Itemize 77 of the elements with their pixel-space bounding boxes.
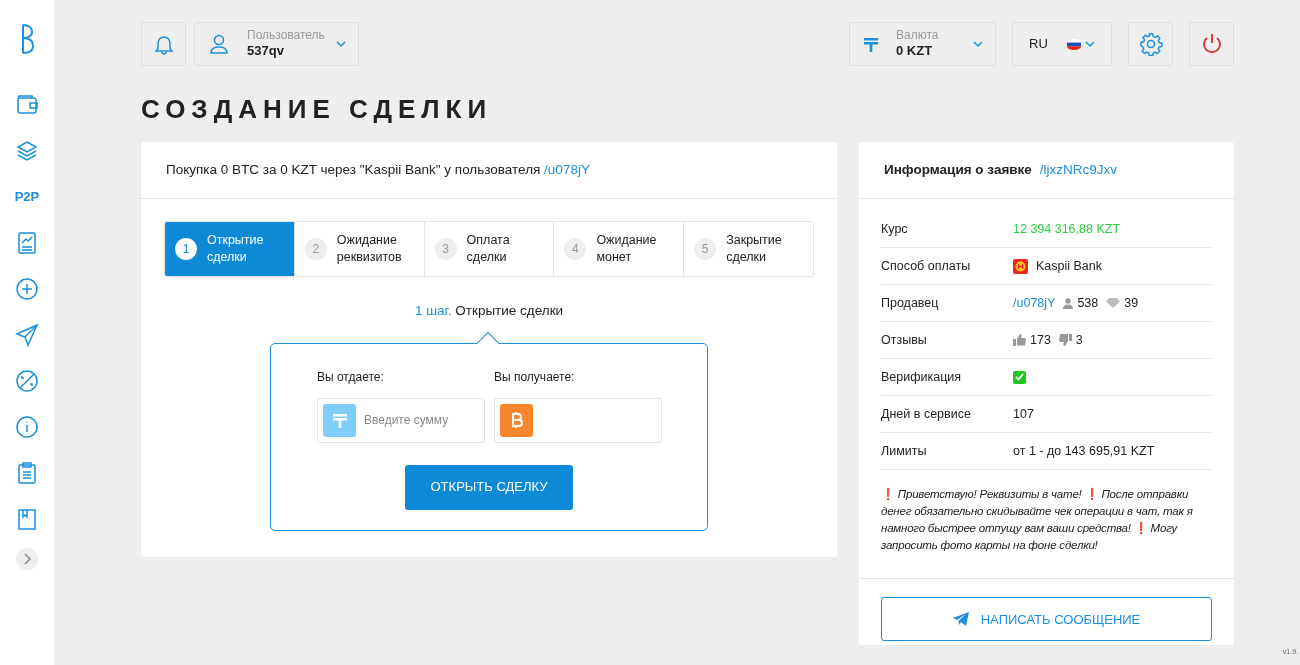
amount-input-box[interactable]: Введите сумму xyxy=(317,397,485,443)
user-icon xyxy=(1063,297,1074,309)
tenge-icon xyxy=(323,403,356,437)
tenge-icon xyxy=(862,35,880,53)
info-label: Верификация xyxy=(881,368,963,386)
info-label: Дней в сервисе xyxy=(881,405,972,423)
bitcoin-icon xyxy=(500,403,533,437)
settings-icon xyxy=(1138,32,1163,56)
info-value: 12 394 316,88 KZT xyxy=(1013,220,1121,238)
expand-sidebar-button[interactable] xyxy=(16,548,38,570)
step-number-badge: 4 xyxy=(564,238,587,261)
step-label: Ожидание монет xyxy=(596,232,658,267)
user-dropdown[interactable]: Пользователь 537qv xyxy=(194,22,359,66)
layers-icon xyxy=(15,139,39,163)
chevron-right-icon xyxy=(23,553,31,565)
settings-button[interactable] xyxy=(1128,22,1173,66)
receive-label: Вы получаете: xyxy=(494,368,576,386)
info-value: от 1 - до 143 695,91 KZT xyxy=(1013,442,1155,460)
send-icon xyxy=(952,612,969,627)
info-label: Лимиты xyxy=(881,442,928,460)
open-deal-button[interactable]: ОТКРЫТЬ СДЕЛКУ xyxy=(405,464,573,510)
chevron-down-icon xyxy=(973,40,983,48)
language-dropdown[interactable]: RU xyxy=(1012,22,1112,66)
step-label: Оплата сделки xyxy=(466,232,511,267)
deals-count: 538 xyxy=(1077,294,1099,312)
step-number-badge: 5 xyxy=(694,238,717,261)
logout-button[interactable] xyxy=(1189,22,1234,66)
page-title: СОЗДАНИЕ СДЕЛКИ xyxy=(141,94,494,124)
thumbs-down-icon xyxy=(1058,334,1072,347)
info-icon xyxy=(15,415,39,439)
likes-count: 173 xyxy=(1030,331,1051,349)
username: 537qv xyxy=(247,42,285,60)
clipboard-icon xyxy=(15,461,39,485)
logo-icon xyxy=(20,24,34,54)
bank-logo-icon xyxy=(1013,258,1028,274)
currency-value: 0 KZT xyxy=(896,42,934,60)
chevron-down-icon xyxy=(1085,40,1095,48)
diamond-icon xyxy=(1106,298,1121,309)
order-link[interactable]: /ljxzNRc9Jxv xyxy=(1039,162,1118,177)
step-tab[interactable]: 1 Открытие сделки xyxy=(165,222,295,277)
wallet-icon xyxy=(15,93,39,117)
step-number-badge: 2 xyxy=(304,238,327,261)
chevron-down-icon xyxy=(336,40,346,48)
info-title: Информация о заявке xyxy=(884,162,1032,177)
step-label: Ожидание реквизитов xyxy=(336,232,403,267)
receive-field[interactable] xyxy=(494,397,662,443)
chart-icon xyxy=(15,231,39,255)
info-label: Курс xyxy=(881,220,909,238)
language-code: RU xyxy=(1029,35,1049,54)
user-label: Пользователь xyxy=(247,28,326,43)
flag-icon xyxy=(1067,38,1081,50)
step-label: Закрытие сделки xyxy=(726,232,783,267)
rating-count: 39 xyxy=(1124,294,1139,312)
thumbs-up-icon xyxy=(1013,334,1026,347)
plus-icon xyxy=(15,277,39,301)
info-label: Продавец xyxy=(881,294,940,312)
give-label: Вы отдаете: xyxy=(317,368,385,386)
info-value: 107 xyxy=(1013,405,1034,423)
step-number-badge: 1 xyxy=(175,238,197,261)
step-number: 1 шаг. xyxy=(414,303,452,319)
info-value: Kaspii Bank xyxy=(1036,257,1102,275)
currency-dropdown[interactable]: Валюта 0 KZT xyxy=(849,22,996,66)
seller-note: ❗ Приветствую! Реквизиты в чате! ❗ После отправки денег обязательно скидывайте чек операции в чат, так я намного быстрее отпущу вам ваши средства! ❗ Могу запросить фото карты на фоне сделки! xyxy=(881,487,1194,554)
currency-label: Валюта xyxy=(896,28,940,43)
step-title: Открытие сделки xyxy=(455,303,564,319)
info-label: Способ оплаты xyxy=(881,257,972,275)
book-icon xyxy=(15,507,39,531)
step-number-badge: 3 xyxy=(434,238,457,261)
step-label: Открытие сделки xyxy=(207,232,265,267)
info-label: Отзывы xyxy=(881,331,928,349)
user-icon xyxy=(207,32,231,56)
seller-link[interactable]: /u078jY xyxy=(1013,293,1056,313)
notifications-button[interactable] xyxy=(141,22,186,66)
deal-heading: Покупка 0 BTC за 0 KZT через "Kaspii Bank" у пользователя xyxy=(166,162,541,177)
dislikes-count: 3 xyxy=(1075,331,1083,349)
send-icon xyxy=(15,323,39,347)
user-link[interactable]: /u078jY xyxy=(544,162,590,177)
